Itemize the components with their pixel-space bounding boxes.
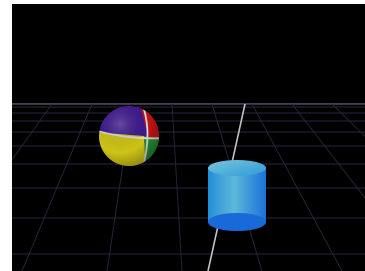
floor-fade (12, 104, 365, 271)
scene-canvas[interactable] (12, 4, 365, 271)
3d-viewport[interactable] (12, 4, 365, 271)
